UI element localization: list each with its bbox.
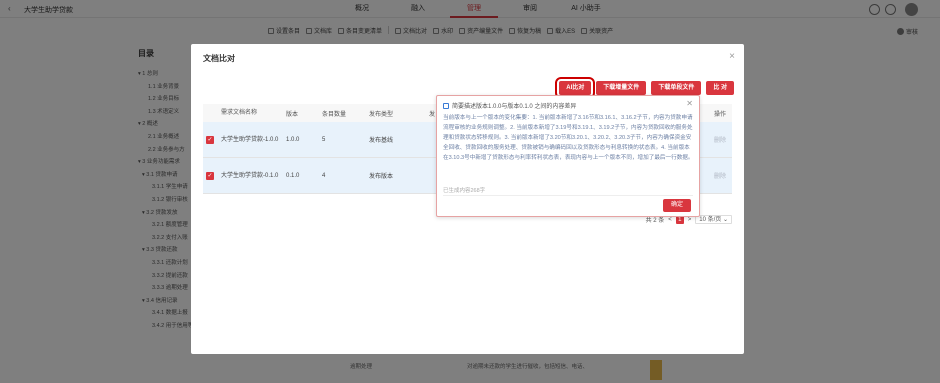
row-checkbox[interactable]: ✓: [206, 135, 214, 144]
col-header-count: 条目数量: [322, 111, 347, 118]
doc-compare-modal: 文档比对 × AI比对 下载增量文件 下载单段文件 比 对 需求文档名称 版本 …: [191, 44, 744, 354]
close-icon[interactable]: ×: [729, 51, 735, 62]
ai-compare-popover: 简要描述版本1.0.0与版本0.1.0 之间的内容差异 ✕ 当前版本与上一个版本…: [436, 95, 700, 217]
cell-version: 0.1.0: [286, 172, 300, 179]
compare-button[interactable]: 比 对: [706, 81, 734, 95]
cell-name: 大学生助学贷款-0.1.0: [221, 172, 279, 179]
download-incremental-button[interactable]: 下载增量文件: [596, 81, 647, 95]
cell-type: 发布基线: [369, 138, 394, 144]
col-header-type: 发布类型: [369, 111, 394, 118]
download-single-button[interactable]: 下载单段文件: [651, 81, 702, 95]
col-header-version: 版本: [286, 111, 299, 118]
modal-actions: AI比对 下载增量文件 下载单段文件 比 对: [555, 77, 734, 99]
divider: [443, 195, 693, 196]
popover-title: 简要描述版本1.0.0与版本0.1.0 之间的内容差异: [452, 104, 577, 110]
cell-type: 发布版本: [369, 174, 394, 180]
col-header-name: 需求文档名称: [221, 110, 258, 116]
ai-summary-text: 当前版本与上一个版本的变化集要：1. 当前版本新增了3.16节和3.16.1、3…: [443, 115, 694, 161]
document-icon: [443, 102, 449, 109]
pager-prev-icon[interactable]: <: [668, 217, 672, 223]
cell-count: 4: [322, 172, 326, 179]
confirm-button[interactable]: 确定: [662, 199, 691, 212]
row-checkbox[interactable]: ✓: [206, 171, 214, 180]
cell-name: 大学生助学贷款-1.0.0: [221, 136, 279, 143]
close-icon[interactable]: ✕: [686, 99, 693, 108]
modal-title: 文档比对: [203, 54, 235, 63]
page-size-select[interactable]: 10 条/页 ⌄: [695, 215, 732, 224]
popover-header: 简要描述版本1.0.0与版本0.1.0 之间的内容差异: [443, 101, 576, 110]
cell-version: 1.0.0: [286, 136, 300, 143]
pager-next-icon[interactable]: >: [688, 217, 692, 223]
ai-compare-button[interactable]: AI比对: [555, 77, 596, 99]
generated-count: 已生成内容268字: [443, 188, 486, 194]
cell-count: 5: [322, 136, 326, 143]
